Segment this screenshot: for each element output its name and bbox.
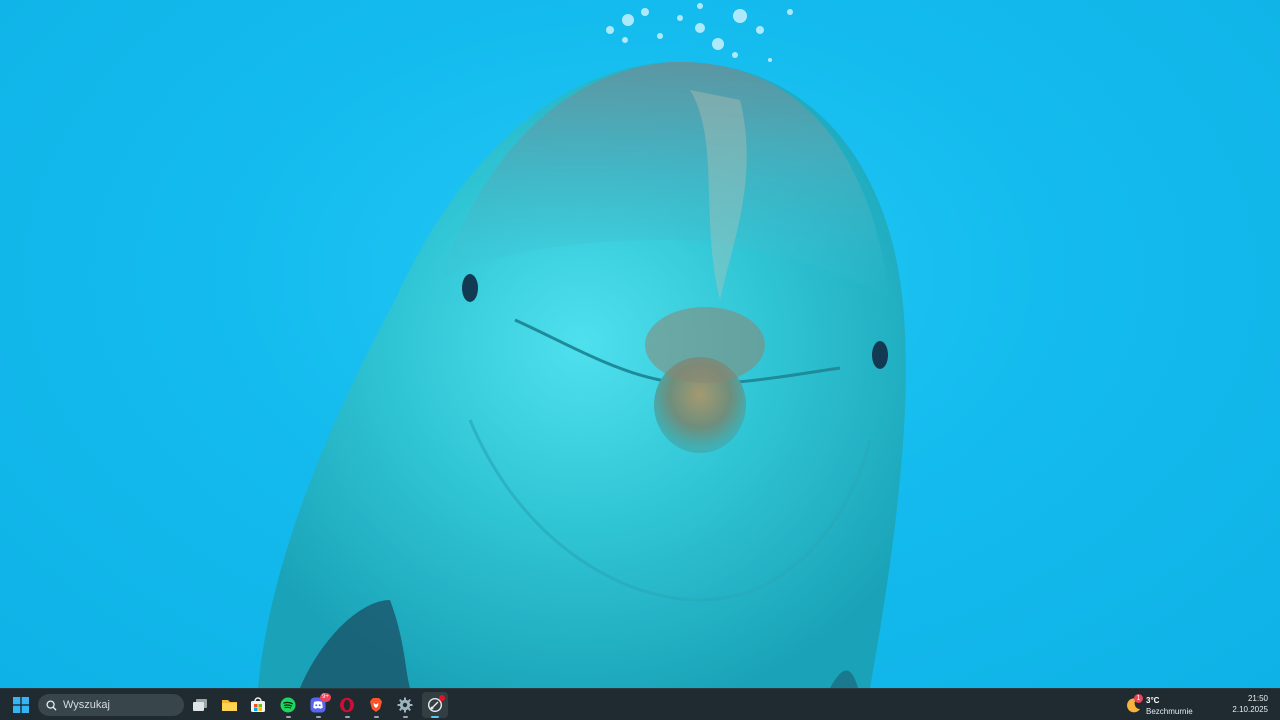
weather-widget[interactable]: 1 3°C Bezchmurnie bbox=[1124, 691, 1214, 719]
settings-button[interactable] bbox=[392, 692, 418, 718]
spotify-icon bbox=[280, 697, 296, 713]
weather-alert-badge: 1 bbox=[1134, 694, 1143, 703]
task-view-button[interactable] bbox=[187, 692, 213, 718]
running-indicator bbox=[316, 716, 321, 718]
opera-icon bbox=[340, 697, 354, 713]
dolphin-image bbox=[258, 3, 906, 688]
system-clock[interactable]: 21:50 2.10.2025 bbox=[1232, 693, 1268, 715]
start-button[interactable] bbox=[8, 692, 34, 718]
notification-badge: 9+ bbox=[320, 693, 331, 702]
search-input[interactable]: Wyszukaj bbox=[38, 694, 184, 716]
snipping-tool-button[interactable] bbox=[422, 692, 448, 718]
clock-time: 21:50 bbox=[1247, 694, 1268, 703]
active-indicator bbox=[431, 716, 439, 718]
discord-button[interactable]: 9+ bbox=[305, 692, 331, 718]
store-button[interactable] bbox=[245, 692, 271, 718]
weather-temperature: 3°C bbox=[1146, 696, 1160, 705]
gear-icon bbox=[397, 697, 413, 713]
running-indicator bbox=[403, 716, 408, 718]
clock-date: 2.10.2025 bbox=[1232, 705, 1268, 714]
windows-logo-icon bbox=[13, 697, 29, 713]
opera-button[interactable] bbox=[334, 692, 360, 718]
running-indicator bbox=[345, 716, 350, 718]
recording-indicator bbox=[439, 695, 445, 701]
search-placeholder: Wyszukaj bbox=[63, 699, 110, 711]
search-icon bbox=[46, 699, 57, 711]
taskbar: Wyszukaj 9+ 1 3°C Bezchmurnie 21:50 2.10… bbox=[0, 688, 1280, 720]
weather-condition: Bezchmurnie bbox=[1146, 707, 1193, 716]
desktop-wallpaper bbox=[0, 0, 1280, 688]
brave-icon bbox=[370, 698, 382, 712]
store-icon bbox=[251, 697, 265, 712]
running-indicator bbox=[374, 716, 379, 718]
running-indicator bbox=[286, 716, 291, 718]
spotify-button[interactable] bbox=[275, 692, 301, 718]
task-view-icon bbox=[193, 699, 207, 711]
folder-icon bbox=[221, 700, 237, 711]
brave-button[interactable] bbox=[363, 692, 389, 718]
file-explorer-button[interactable] bbox=[216, 692, 242, 718]
